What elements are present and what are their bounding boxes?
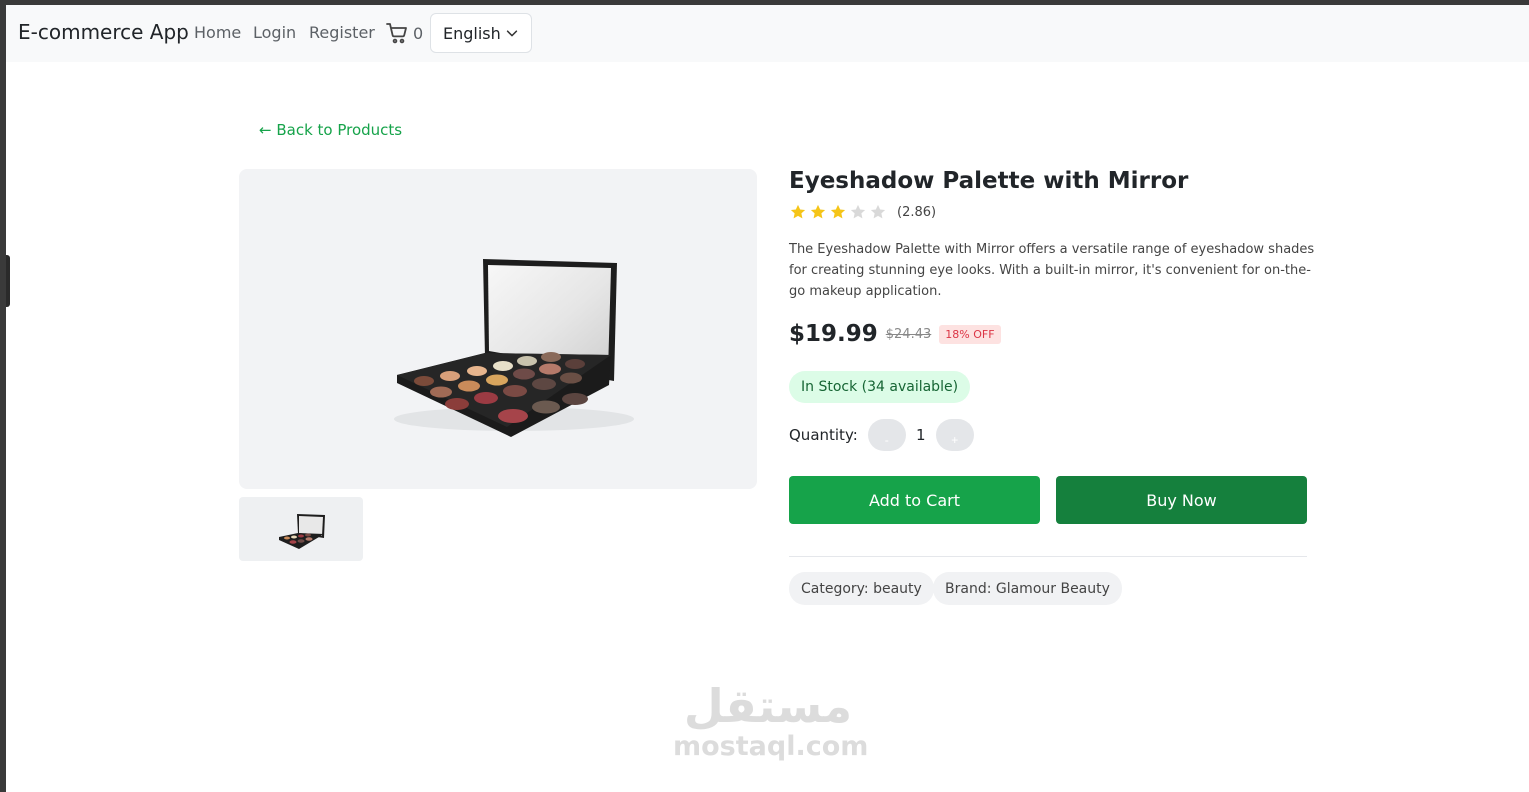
- rating-stars: [789, 203, 889, 221]
- star-filled-icon: [830, 204, 846, 219]
- decrease-quantity-button[interactable]: -: [867, 419, 906, 451]
- star-empty-icon: [870, 204, 886, 219]
- quantity-stepper: Quantity: - 1 +: [789, 419, 974, 451]
- watermark: مستقل mostaql.com: [673, 679, 869, 762]
- star-filled-icon: [810, 204, 826, 219]
- quantity-value: 1: [916, 426, 926, 444]
- nav-login-link[interactable]: Login: [253, 23, 296, 42]
- watermark-arabic: مستقل: [683, 679, 853, 733]
- star-empty-icon: [850, 204, 866, 219]
- divider: [789, 556, 1307, 557]
- chevron-down-icon: [506, 30, 518, 37]
- product-description: The Eyeshadow Palette with Mirror offers…: [789, 242, 1315, 299]
- add-to-cart-button[interactable]: Add to Cart: [789, 476, 1040, 524]
- product-rating: (2.86): [789, 203, 936, 221]
- watermark-latin: mostaql.com: [673, 731, 869, 762]
- product-title: Eyeshadow Palette with Mirror: [789, 168, 1189, 194]
- quantity-label: Quantity:: [789, 426, 858, 444]
- side-handle: [6, 255, 10, 307]
- nav-register-link[interactable]: Register: [309, 23, 375, 42]
- page: E-commerce App Home Login Register 0 Eng…: [6, 5, 1529, 792]
- price-row: $19.99 $24.43 18% OFF: [789, 321, 1001, 347]
- brand-tag: Brand: Glamour Beauty: [933, 572, 1122, 605]
- product-thumbnail[interactable]: [239, 497, 363, 561]
- brand-link[interactable]: E-commerce App: [18, 20, 189, 44]
- navbar: E-commerce App Home Login Register 0 Eng…: [6, 5, 1529, 62]
- current-price: $19.99: [789, 321, 878, 347]
- back-to-products-link[interactable]: ← Back to Products: [259, 121, 402, 139]
- original-price: $24.43: [885, 326, 932, 342]
- language-value: English: [443, 23, 501, 43]
- thumbnail-image: [279, 514, 325, 549]
- nav-home-link[interactable]: Home: [194, 23, 241, 42]
- cart-count: 0: [413, 23, 424, 43]
- discount-badge: 18% OFF: [939, 324, 1001, 344]
- rating-value: (2.86): [897, 204, 937, 220]
- eyeshadow-palette-image: [394, 259, 634, 437]
- language-select[interactable]: English: [430, 13, 532, 53]
- increase-quantity-button[interactable]: +: [935, 419, 974, 451]
- buy-now-button[interactable]: Buy Now: [1056, 476, 1307, 524]
- cart-link[interactable]: 0: [385, 21, 423, 45]
- cart-icon: [386, 23, 407, 44]
- category-tag: Category: beauty: [789, 572, 934, 605]
- star-filled-icon: [790, 204, 806, 219]
- product-main-image: [239, 169, 757, 489]
- stock-badge: In Stock (34 available): [789, 371, 971, 403]
